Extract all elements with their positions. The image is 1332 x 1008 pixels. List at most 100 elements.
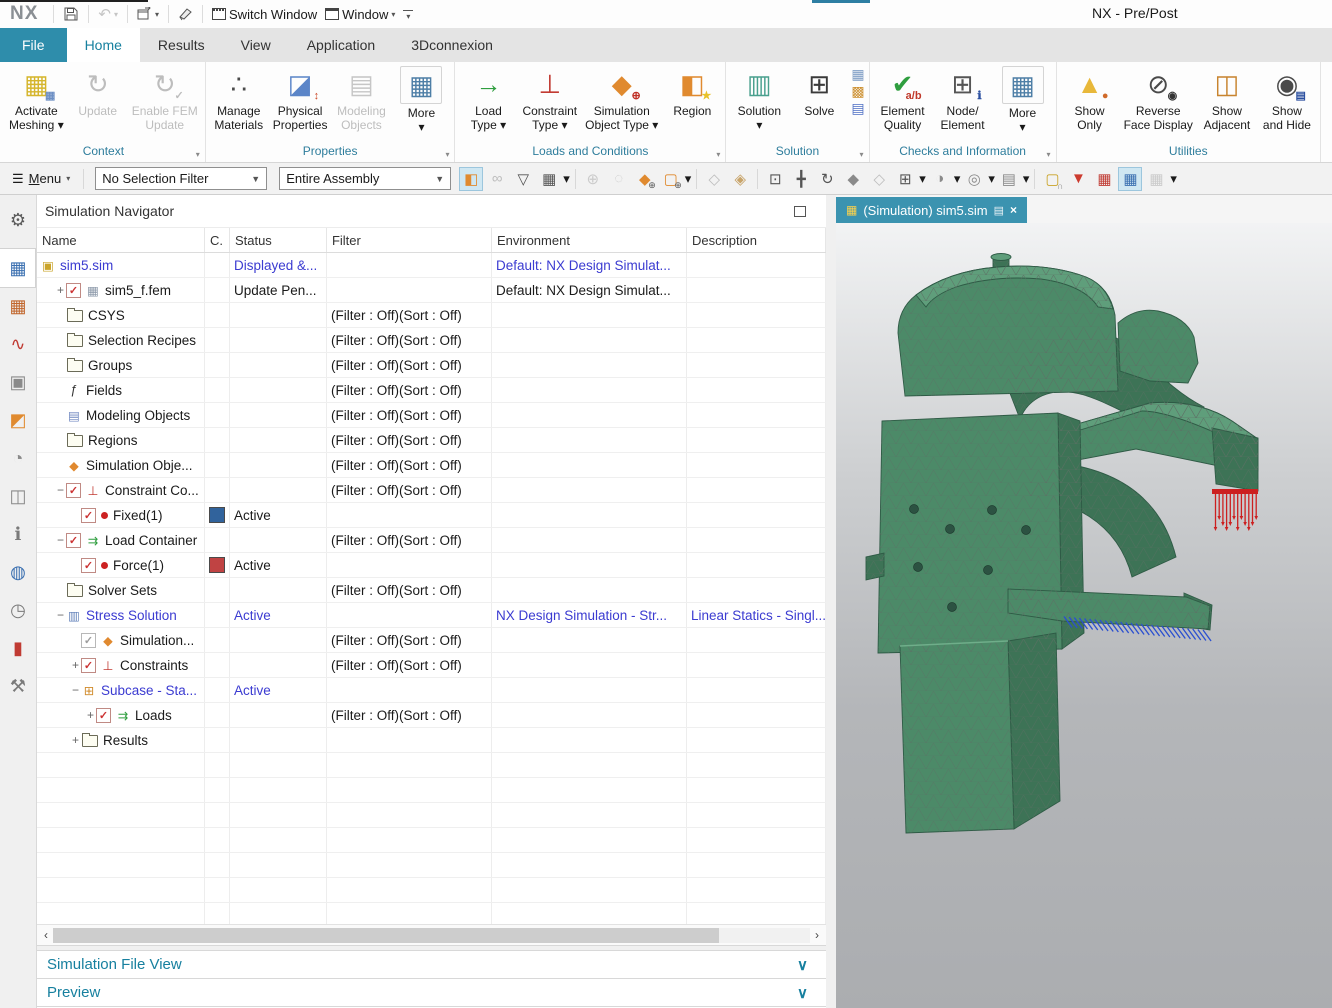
checkbox[interactable]: ✓ (66, 483, 81, 498)
chevron-down-icon[interactable]: ▾ (988, 171, 995, 187)
table-row[interactable]: +✓⊥Constraints(Filter : Off)(Sort : Off) (37, 653, 826, 678)
table-row[interactable]: ▣sim5.simDisplayed &...Default: NX Desig… (37, 253, 826, 278)
open-window-button[interactable]: ▾ (133, 5, 163, 23)
column-header-description[interactable]: Description (687, 228, 826, 252)
chevron-down-icon[interactable]: ▾ (114, 10, 118, 19)
chevron-down-icon[interactable]: ▾ (1023, 171, 1030, 187)
customize-qat-button[interactable]: ▾ (399, 10, 417, 19)
table-row[interactable]: ▤Modeling Objects(Filter : Off)(Sort : O… (37, 403, 826, 428)
checkbox[interactable]: ✓ (81, 658, 96, 673)
rect-select-icon[interactable]: ▢⊕ (659, 167, 683, 191)
window-button[interactable]: Window ▾ (321, 5, 399, 24)
table-row[interactable]: +✓▦sim5_f.femUpdate Pen...Default: NX De… (37, 278, 826, 303)
dialog-launcher-icon[interactable]: ▾ (860, 150, 864, 159)
dialog-launcher-icon[interactable]: ▾ (445, 150, 449, 159)
chevron-down-icon[interactable]: ∨ (797, 984, 808, 1002)
column-header-environment[interactable]: Environment (492, 228, 687, 252)
table-row[interactable]: ✓Fixed(1)Active (37, 503, 826, 528)
checkbox[interactable]: ✓ (66, 533, 81, 548)
viewport-tab[interactable]: ▦ (Simulation) sim5.sim ▤ × (836, 197, 1027, 223)
expander-icon[interactable]: − (70, 683, 81, 697)
table-row[interactable]: Solver Sets(Filter : Off)(Sort : Off) (37, 578, 826, 603)
command-finder-button[interactable] (174, 5, 197, 23)
table-row[interactable]: ✓◆Simulation...(Filter : Off)(Sort : Off… (37, 628, 826, 653)
simulation-object-type-button[interactable]: ◆⊕SimulationObject Type ▾ (581, 63, 662, 132)
switch-window-button[interactable]: Switch Window (208, 5, 321, 24)
tab-home[interactable]: Home (67, 28, 140, 62)
checkbox[interactable]: ✓ (81, 558, 96, 573)
dialog-launcher-icon[interactable]: ▾ (196, 150, 200, 159)
card-settings-icon[interactable]: ▤ (997, 167, 1021, 191)
show-and-hide-button[interactable]: ◉▤Showand Hide (1257, 63, 1317, 132)
table-row[interactable]: Groups(Filter : Off)(Sort : Off) (37, 353, 826, 378)
simulation-file-view-band[interactable]: Simulation File View ∨ (37, 951, 826, 979)
pan-view-icon[interactable]: ╋ (789, 167, 813, 191)
expander-icon[interactable]: + (70, 733, 81, 747)
checkbox[interactable]: ✓ (81, 633, 96, 648)
scroll-left-icon[interactable]: ‹ (39, 928, 53, 942)
expander-icon[interactable]: + (70, 658, 81, 672)
xy-function-navigator-icon[interactable]: ∿ (0, 325, 35, 363)
selection-pair-icon[interactable]: ∞ (485, 167, 509, 191)
table-row[interactable]: −▥Stress SolutionActiveNX Design Simulat… (37, 603, 826, 628)
fit-view-icon[interactable]: ⊡ (763, 167, 787, 191)
color-swatch[interactable] (209, 557, 225, 573)
cube-select-icon[interactable]: ◆⊕ (633, 167, 657, 191)
hide-cube-icon[interactable]: ◇ (702, 167, 726, 191)
wireframe-display-icon[interactable]: ◇ (867, 167, 891, 191)
menu-button[interactable]: ☰ Menu ▾ (6, 169, 76, 189)
expander-icon[interactable]: + (85, 708, 96, 722)
show-cube-icon[interactable]: ◈ (728, 167, 752, 191)
undock-icon[interactable] (794, 206, 806, 217)
chevron-down-icon[interactable]: ▾ (954, 171, 961, 187)
chevron-down-icon[interactable]: ▾ (685, 171, 692, 187)
snap-point-icon[interactable]: ◧ (459, 167, 483, 191)
table-row[interactable]: ✓Force(1)Active (37, 553, 826, 578)
table-row[interactable]: +Results (37, 728, 826, 753)
show-only-button[interactable]: ▲●ShowOnly (1060, 63, 1120, 132)
checkbox[interactable]: ✓ (66, 283, 81, 298)
display-style-icon[interactable]: ◎ (962, 167, 986, 191)
assembly-navigator-icon[interactable]: ▣ (0, 363, 35, 401)
shaded-display-icon[interactable]: ◆ (841, 167, 865, 191)
filter-box-icon[interactable]: ▦ (537, 167, 561, 191)
more-checks-button[interactable]: ▦More▾ (993, 63, 1053, 134)
node-grid-icon[interactable]: ▦ (1092, 167, 1116, 191)
chevron-down-icon[interactable]: ∨ (797, 956, 808, 974)
mesh-report-icon[interactable]: ▩ (851, 84, 864, 98)
reuse-library-icon[interactable]: ◫ (0, 477, 35, 515)
save-button[interactable] (59, 4, 83, 24)
snap-disabled-icon[interactable]: ⊕ (581, 167, 605, 191)
tab-results[interactable]: Results (140, 28, 223, 62)
column-header-status[interactable]: Status (230, 228, 327, 252)
column-header-name[interactable]: Name (37, 228, 205, 252)
selection-filter-select[interactable]: No Selection Filter ▼ (95, 167, 267, 190)
solve-button[interactable]: ⊞Solve (789, 63, 849, 119)
checkbox[interactable]: ✓ (81, 508, 96, 523)
table-row[interactable]: −⊞Subcase - Sta...Active (37, 678, 826, 703)
report-icon[interactable]: ▤ (851, 101, 864, 115)
post-processing-navigator-icon[interactable]: ▦ (0, 287, 35, 325)
reverse-face-display-button[interactable]: ⊘◉ReverseFace Display (1120, 63, 1197, 132)
expander-icon[interactable]: − (55, 533, 66, 547)
view-orient-icon[interactable]: ⊞ (893, 167, 917, 191)
horizontal-scrollbar[interactable]: ‹ › (37, 924, 826, 945)
close-icon[interactable]: × (1010, 203, 1017, 217)
table-row[interactable]: ƒFields(Filter : Off)(Sort : Off) (37, 378, 826, 403)
preview-band[interactable]: Preview ∨ (37, 979, 826, 1007)
undo-button[interactable]: ↶▾ (94, 3, 122, 25)
constraint-type-button[interactable]: ⊥ConstraintType ▾ (518, 63, 581, 132)
part-navigator-icon[interactable]: ◔ (0, 439, 35, 477)
table-row[interactable]: +✓⇉Loads(Filter : Off)(Sort : Off) (37, 703, 826, 728)
table-row[interactable]: CSYS(Filter : Off)(Sort : Off) (37, 303, 826, 328)
element-quality-button[interactable]: ✔a/bElementQuality (873, 63, 933, 132)
expander-icon[interactable]: + (55, 283, 66, 297)
lock-icon[interactable]: ▢∩ (1040, 167, 1064, 191)
chevron-down-icon[interactable]: ▾ (1170, 171, 1177, 187)
column-header-filter[interactable]: Filter (327, 228, 492, 252)
job-monitor-icon[interactable]: ▦ (851, 67, 864, 81)
tab-application[interactable]: Application (289, 28, 394, 62)
tools-icon[interactable]: ⚒ (0, 667, 35, 705)
chevron-down-icon[interactable]: ▾ (155, 10, 159, 19)
tab-view[interactable]: View (223, 28, 289, 62)
